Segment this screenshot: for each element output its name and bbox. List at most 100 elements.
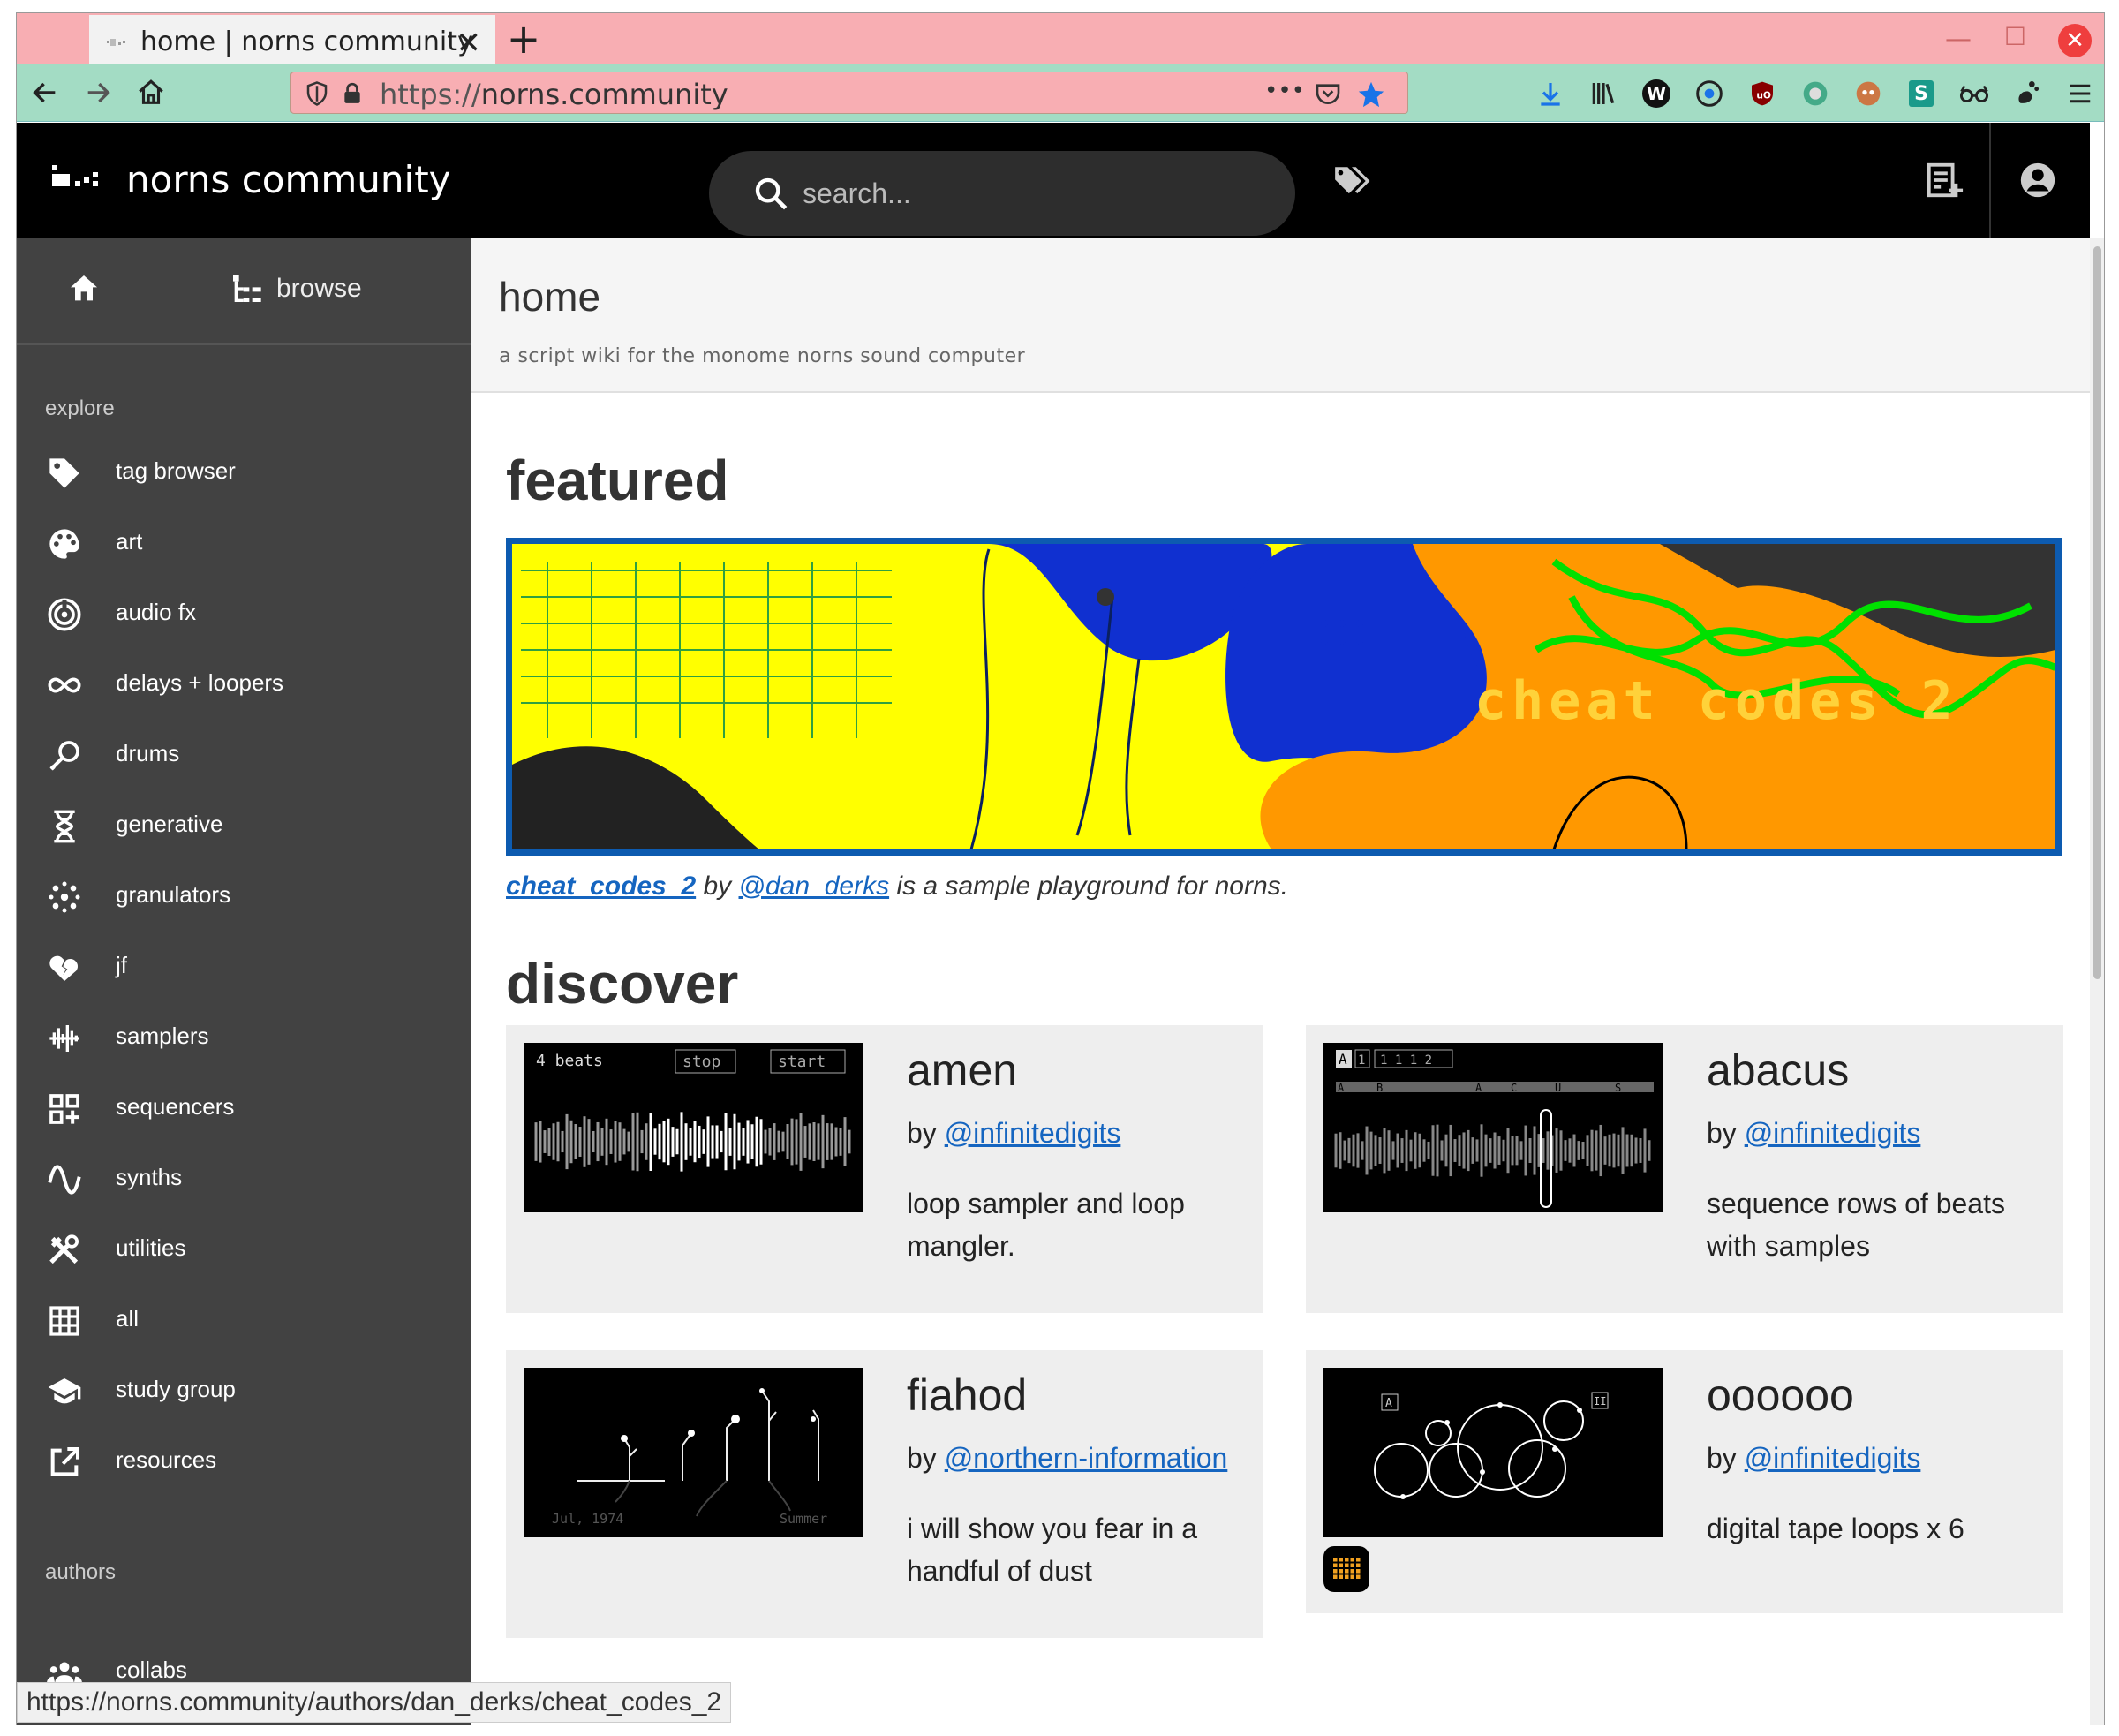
browser-tab[interactable]: home | norns community ✕ (89, 15, 495, 64)
sidebar-item-label: generative (116, 811, 223, 837)
card-author-link[interactable]: @infinitedigits (1745, 1442, 1921, 1474)
glasses-icon[interactable] (1959, 79, 1989, 109)
back-icon[interactable] (26, 73, 64, 112)
sidebar-item-sequencers[interactable]: sequencers (17, 1077, 471, 1139)
svg-text:A: A (1385, 1397, 1392, 1410)
sidebar-item-audio-fx[interactable]: audio fx (17, 583, 471, 645)
stylus-icon[interactable]: S (1906, 79, 1936, 109)
tab-close-icon[interactable]: ✕ (456, 26, 482, 61)
svg-text:S: S (1615, 1082, 1621, 1094)
featured-author-link[interactable]: @dan_derks (739, 872, 890, 901)
featured-banner[interactable]: cheat codes 2 (506, 538, 2062, 856)
home-nav-icon[interactable] (132, 73, 170, 112)
tags-icon[interactable] (1332, 163, 1371, 199)
browser-titlebar: home | norns community ✕ + — ☐ ✕ (17, 13, 2104, 64)
sidebar-item-tag-browser[interactable]: tag browser (17, 442, 471, 503)
privacy-badger-icon[interactable] (1800, 79, 1830, 109)
svg-text:1 1 1 2: 1 1 1 2 (1380, 1053, 1432, 1068)
tab-title: home | norns community (140, 26, 473, 57)
search-box[interactable] (709, 151, 1295, 236)
palette-icon (49, 529, 79, 559)
pocket-icon[interactable] (1314, 79, 1342, 108)
svg-text:Jul, 1974: Jul, 1974 (552, 1511, 623, 1527)
svg-text:1: 1 (1358, 1053, 1365, 1068)
script-card-amen[interactable]: 4 beats stop start amen by @infinitedigi… (506, 1025, 1263, 1313)
browser-window: home | norns community ✕ + — ☐ ✕ https:/… (16, 12, 2105, 1725)
lastpass-icon[interactable] (1694, 79, 1724, 109)
scrollbar-thumb[interactable] (2093, 246, 2101, 979)
card-author-link[interactable]: @northern-information (945, 1442, 1228, 1474)
wikipedia-icon[interactable]: W (1641, 79, 1671, 109)
shield-icon[interactable] (304, 79, 330, 108)
table-icon (49, 1306, 79, 1336)
sidebar-item-generative[interactable]: generative (17, 795, 471, 857)
home-icon[interactable] (66, 271, 102, 306)
sidebar-item-utilities[interactable]: utilities (17, 1219, 471, 1280)
sidebar-item-art[interactable]: art (17, 512, 471, 574)
dots-icon (49, 881, 80, 913)
card-thumbnail[interactable]: 4 beats stop start (524, 1043, 863, 1212)
browser-navbar: https://norns.community ••• W uO S (17, 64, 2104, 122)
sidebar-item-synths[interactable]: synths (17, 1148, 471, 1210)
sidebar-item-delays-loopers[interactable]: delays + loopers (17, 653, 471, 715)
authors-heading: authors (45, 1560, 117, 1584)
sidebar-item-granulators[interactable]: granulators (17, 865, 471, 927)
sidebar-item-label: all (116, 1305, 140, 1332)
card-thumbnail[interactable]: Jul, 1974 Summer (524, 1368, 863, 1537)
account-icon[interactable] (2017, 160, 2058, 200)
minimize-icon[interactable]: — (1945, 24, 1972, 55)
sine-icon (48, 1165, 81, 1195)
gnome-icon[interactable] (2012, 79, 2042, 109)
featured-script-link[interactable]: cheat_codes_2 (506, 872, 696, 901)
menu-icon[interactable] (2065, 79, 2095, 109)
script-card-fiahod[interactable]: Jul, 1974 Summer fiahod by @northern-inf… (506, 1350, 1263, 1638)
sidebar-item-resources[interactable]: resources (17, 1430, 471, 1492)
browse-button[interactable]: browse (229, 271, 362, 306)
card-description: digital tape loops x 6 (1707, 1513, 1964, 1544)
url-text[interactable]: https://norns.community (380, 78, 728, 111)
page-actions-icon[interactable]: ••• (1264, 78, 1305, 104)
card-description: loop sampler and loop mangler. (907, 1188, 1185, 1262)
sidebar-item-label: drums (116, 740, 180, 766)
ublock-icon[interactable]: uO (1747, 79, 1777, 109)
script-card-abacus[interactable]: A 1 1 1 1 2 A B A C U S abacus by @infin… (1306, 1025, 2063, 1313)
forward-icon[interactable] (79, 73, 117, 112)
maximize-icon[interactable]: ☐ (2004, 22, 2026, 51)
url-bar[interactable]: https://norns.community ••• (290, 72, 1408, 114)
featured-heading: featured (506, 449, 729, 512)
page-scrollbar[interactable] (2090, 238, 2104, 1725)
new-tab-button[interactable]: + (499, 15, 548, 63)
card-title[interactable]: amen (907, 1045, 1017, 1096)
card-thumbnail[interactable]: A 1 1 1 1 2 A B A C U S (1323, 1043, 1663, 1212)
lock-icon[interactable] (341, 79, 364, 108)
card-title[interactable]: oooooo (1707, 1370, 1854, 1421)
search-input[interactable] (801, 170, 1246, 216)
norns-logo-icon[interactable] (52, 165, 102, 190)
sidebar-item-label: resources (116, 1446, 217, 1473)
card-title[interactable]: abacus (1707, 1045, 1849, 1096)
script-card-oooooo[interactable]: A II oooooo by @infinitedigits digital t… (1306, 1350, 2063, 1613)
bookmark-star-icon[interactable] (1356, 79, 1386, 109)
sidebar-item-samplers[interactable]: samplers (17, 1007, 471, 1068)
card-author-link[interactable]: @infinitedigits (1745, 1117, 1921, 1149)
explore-heading: explore (45, 396, 115, 420)
card-author-link[interactable]: @infinitedigits (945, 1117, 1121, 1149)
sidebar-item-drums[interactable]: drums (17, 724, 471, 786)
graduation-cap-icon (48, 1378, 81, 1404)
sidebar-item-all[interactable]: all (17, 1289, 471, 1351)
card-thumbnail[interactable]: A II (1323, 1368, 1663, 1537)
sidebar-item-jf[interactable]: jf (17, 936, 471, 998)
sidebar-item-label: art (116, 528, 143, 555)
new-post-icon[interactable] (1924, 160, 1964, 200)
download-icon[interactable] (1535, 79, 1565, 109)
site-title[interactable]: norns community (126, 158, 451, 201)
sidebar-item-study-group[interactable]: study group (17, 1360, 471, 1422)
svg-text:C: C (1511, 1082, 1517, 1094)
featured-caption: cheat_codes_2 by @dan_derks is a sample … (506, 872, 1288, 902)
card-title[interactable]: fiahod (907, 1370, 1027, 1421)
svg-text:II: II (1594, 1395, 1606, 1408)
library-icon[interactable] (1588, 79, 1618, 109)
status-bar-url: https://norns.community/authors/dan_derk… (17, 1682, 732, 1723)
window-close-button[interactable]: ✕ (2058, 24, 2092, 57)
tampermonkey-icon[interactable] (1853, 79, 1883, 109)
